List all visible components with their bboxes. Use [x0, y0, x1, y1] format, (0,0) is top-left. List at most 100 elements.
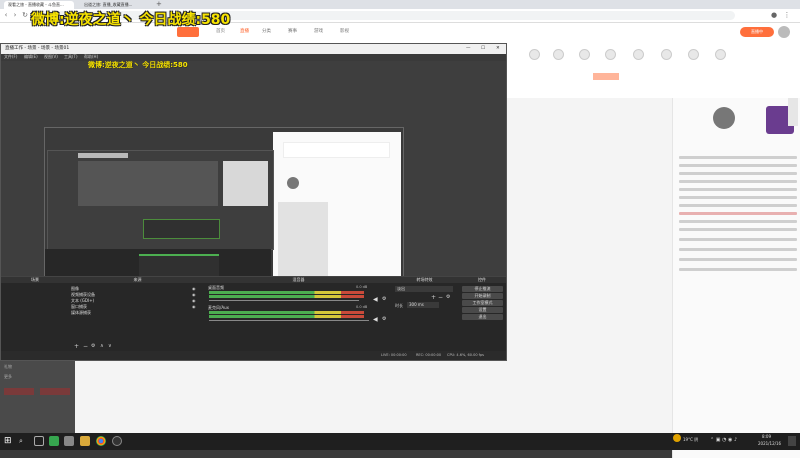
- transitions-panel: 转场特效 淡出 + − ⚙ 时长 300 ms: [391, 276, 458, 352]
- chat-panel: [672, 98, 800, 458]
- duration-label: 时长: [395, 303, 403, 308]
- close-icon[interactable]: ✕: [496, 44, 500, 54]
- search-icon[interactable]: ⌕: [19, 436, 29, 446]
- browser-tab[interactable]: 出道之旅: 直播_收藏直播...: [80, 1, 150, 9]
- scrollbar[interactable]: [788, 98, 798, 126]
- chat-message: [679, 172, 797, 175]
- new-tab-button[interactable]: +: [156, 0, 162, 8]
- remove-source-icon[interactable]: −: [83, 343, 88, 350]
- toolbar-icon[interactable]: [661, 49, 672, 60]
- exit-button[interactable]: 退出: [462, 314, 503, 320]
- source-item[interactable]: 媒体源捕获: [71, 310, 91, 316]
- live-timer: LIVE: 00:00:00: [381, 353, 407, 357]
- obs-icon[interactable]: [112, 436, 122, 446]
- toolbar-icon[interactable]: [529, 49, 540, 60]
- browser-tab[interactable]: 观看之旅 - 直播收藏 - 斗鱼直...: [4, 1, 74, 9]
- chat-app-icon[interactable]: [49, 436, 59, 446]
- toolbar-icon[interactable]: [688, 49, 699, 60]
- gear-icon[interactable]: ⚙: [446, 294, 450, 300]
- nested-toolbar: [283, 142, 390, 158]
- toolbar-icon[interactable]: [605, 49, 616, 60]
- speaker-icon[interactable]: ◀: [373, 296, 378, 303]
- clock-date[interactable]: 2021/12/16: [758, 441, 781, 446]
- nav-link-video[interactable]: 影视: [340, 28, 349, 34]
- nested-overlay-text: 微博:逆夜之道丶 今日战绩:580: [88, 61, 188, 69]
- speaker-icon[interactable]: ◀: [373, 316, 378, 323]
- toolbar-icon[interactable]: [579, 49, 590, 60]
- toolbar-icon[interactable]: [553, 49, 564, 60]
- notification-icon[interactable]: [788, 436, 796, 446]
- studio-mode-button[interactable]: 工作室模式: [462, 300, 503, 306]
- reload-icon[interactable]: ↻: [21, 11, 29, 20]
- chat-message: [679, 220, 797, 223]
- menu-icon[interactable]: ⋮: [783, 11, 791, 20]
- visibility-eye-icon[interactable]: ◉: [192, 292, 196, 297]
- scenes-panel: 场景: [1, 276, 69, 352]
- menu-edit[interactable]: 编辑(E): [24, 54, 38, 60]
- audio-meter: [209, 315, 364, 318]
- weather-icon[interactable]: [673, 434, 681, 442]
- move-up-icon[interactable]: ∧: [100, 343, 104, 349]
- chat-message: [679, 268, 797, 271]
- settings-button[interactable]: 设置: [462, 307, 503, 313]
- chat-message: [679, 248, 797, 251]
- volume-slider[interactable]: [209, 320, 369, 321]
- gear-icon[interactable]: ⚙: [382, 296, 386, 302]
- profile-icon[interactable]: ●: [770, 11, 778, 20]
- start-recording-button[interactable]: 开始录制: [462, 293, 503, 299]
- visibility-eye-icon[interactable]: ◉: [192, 298, 196, 303]
- chat-message: [679, 228, 797, 231]
- nav-link-games[interactable]: 游戏: [314, 28, 323, 34]
- windows-taskbar: ⊞ ⌕ 19°C 阴 ⌃ ▣ ◔ ◉ ♪ 8:09 2021/12/16: [0, 433, 800, 450]
- chat-message: [679, 164, 797, 167]
- toolbar-icon[interactable]: [715, 49, 726, 60]
- visibility-eye-icon[interactable]: ◉: [192, 286, 196, 291]
- transition-select[interactable]: 淡出: [395, 286, 453, 292]
- obs-title-bar: 直播工作 - 场景 - 场景 - 场景01 — ☐ ✕: [1, 44, 506, 54]
- nested-web: [223, 161, 268, 206]
- gear-icon[interactable]: ⚙: [91, 343, 95, 349]
- minimize-icon[interactable]: —: [466, 44, 471, 54]
- left-panel-item[interactable]: 礼物: [4, 364, 12, 370]
- back-icon[interactable]: ‹: [2, 11, 10, 20]
- cpu-status: CPU: 4.6%, 60.00 fps: [447, 353, 484, 357]
- task-view-icon[interactable]: [34, 436, 44, 446]
- volume-slider[interactable]: [209, 300, 359, 301]
- add-source-icon[interactable]: +: [74, 343, 79, 350]
- transitions-panel-header: 转场特效: [391, 277, 458, 283]
- clock-time[interactable]: 8:09: [762, 434, 771, 439]
- menu-file[interactable]: 文件(F): [4, 54, 17, 60]
- chat-message: [679, 196, 797, 199]
- chrome-icon[interactable]: [96, 436, 106, 446]
- toolbar-icon[interactable]: [633, 49, 644, 60]
- left-panel-item[interactable]: 更多: [4, 374, 12, 380]
- nav-link-category[interactable]: 分类: [262, 28, 271, 34]
- controls-panel-header: 控件: [458, 277, 506, 283]
- nested-avatar: [287, 177, 299, 189]
- weather-text: 19°C 阴: [683, 437, 699, 442]
- maximize-icon[interactable]: ☐: [481, 44, 485, 54]
- nav-link-live[interactable]: 直播: [240, 28, 249, 34]
- menu-tools[interactable]: 工具(T): [64, 54, 78, 60]
- gear-icon[interactable]: ⚙: [382, 316, 386, 322]
- remove-transition-icon[interactable]: −: [438, 294, 443, 301]
- obs-preview[interactable]: 微博:逆夜之道丶 今日战绩:580: [1, 61, 506, 331]
- visibility-eye-icon[interactable]: ◉: [192, 304, 196, 309]
- live-badge[interactable]: 直播中: [740, 27, 774, 37]
- windows-start-icon[interactable]: ⊞: [4, 436, 14, 446]
- tray-icons[interactable]: ⌃ ▣ ◔ ◉ ♪: [710, 437, 737, 443]
- sources-panel: 来源 图像 视频捕获设备 文本 (GDI+) 窗口捕获 媒体源捕获 ◉ ◉ ◉ …: [69, 276, 206, 352]
- nav-link-events[interactable]: 赛事: [288, 28, 297, 34]
- file-explorer-icon[interactable]: [80, 436, 90, 446]
- gift-button[interactable]: [40, 388, 70, 395]
- move-down-icon[interactable]: ∨: [108, 343, 112, 349]
- app-icon[interactable]: [64, 436, 74, 446]
- duration-input[interactable]: 300 ms: [407, 302, 439, 308]
- menu-view[interactable]: 视图(V): [44, 54, 58, 60]
- user-avatar[interactable]: [778, 26, 790, 38]
- forward-icon[interactable]: ›: [11, 11, 19, 20]
- ad-banner[interactable]: [593, 73, 619, 80]
- add-transition-icon[interactable]: +: [431, 294, 436, 301]
- stop-streaming-button[interactable]: 停止推流: [462, 286, 503, 292]
- gift-button[interactable]: [4, 388, 34, 395]
